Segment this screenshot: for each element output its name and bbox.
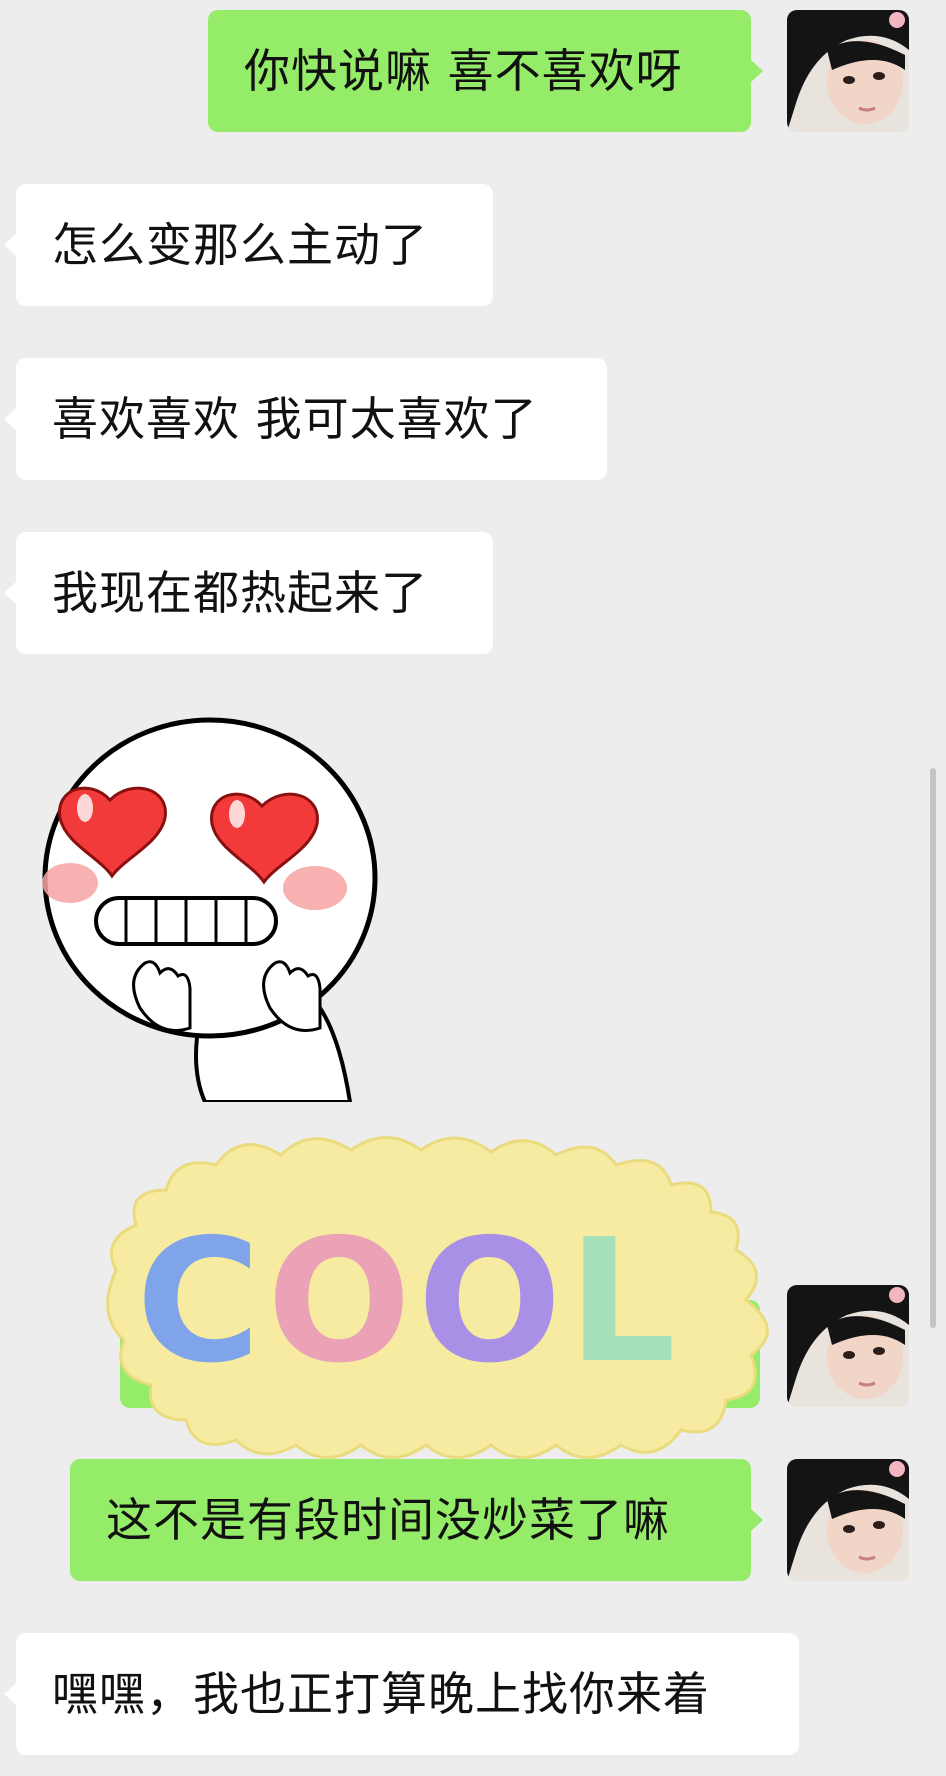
message-text: 你快说嘛 喜不喜欢呀: [244, 44, 683, 98]
received-message-bubble[interactable]: 怎么变那么主动了: [4, 184, 493, 306]
received-message-bubble[interactable]: 喜欢喜欢 我可太喜欢了: [4, 358, 607, 480]
message-text: 怎么变那么主动了: [52, 218, 428, 272]
cool-letter-c: C: [136, 1203, 267, 1401]
cool-letter-o2: O: [417, 1203, 568, 1401]
message-text: 嘿嘿，我也正打算晚上找你来着: [52, 1667, 710, 1721]
sent-message-bubble[interactable]: 这不是有段时间没炒菜了嘛: [70, 1459, 763, 1581]
user-avatar[interactable]: [787, 10, 909, 132]
svg-text:COOL: COOL: [136, 1203, 682, 1401]
message-text: 我现在都热起来了: [52, 566, 428, 620]
chat-scrollbar[interactable]: [930, 768, 936, 1328]
received-message-bubble[interactable]: 嘿嘿，我也正打算晚上找你来着: [4, 1633, 799, 1755]
received-message-bubble[interactable]: 我现在都热起来了: [4, 532, 493, 654]
user-avatar[interactable]: [787, 1285, 909, 1407]
message-text: 喜欢喜欢 我可太喜欢了: [52, 392, 538, 446]
heart-eyes-stickman-sticker[interactable]: [40, 708, 380, 1104]
message-text: 这不是有段时间没炒菜了嘛: [106, 1493, 670, 1547]
cool-letter-l: L: [568, 1203, 682, 1401]
user-avatar[interactable]: [787, 1459, 909, 1581]
cool-letter-o1: O: [267, 1203, 418, 1401]
cool-clay-sticker[interactable]: COOL: [96, 1120, 790, 1470]
sent-message-bubble[interactable]: 你快说嘛 喜不喜欢呀: [208, 10, 763, 132]
